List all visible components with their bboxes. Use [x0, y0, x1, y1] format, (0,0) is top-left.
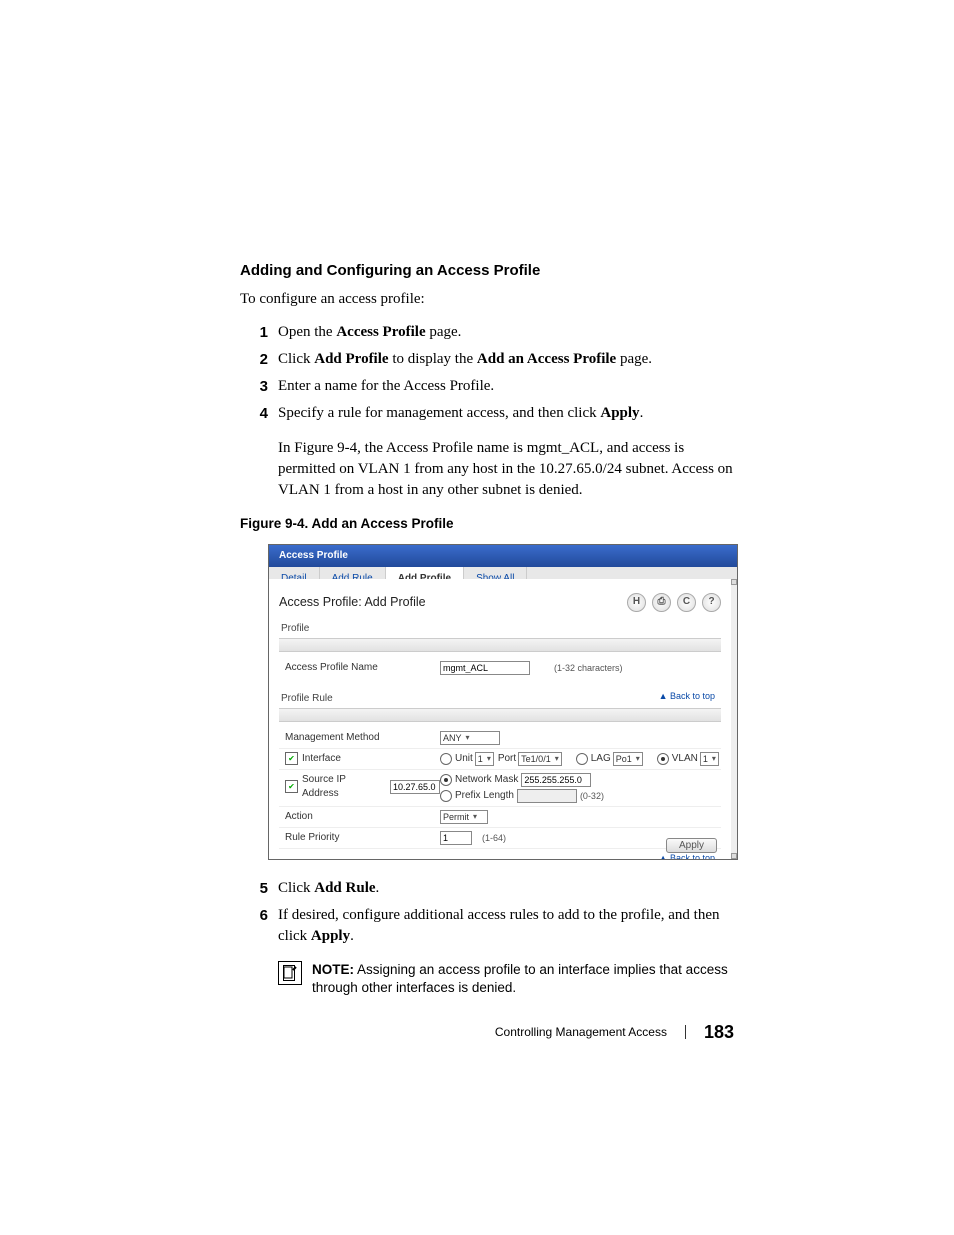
figure-caption: Figure 9-4. Add an Access Profile [240, 515, 734, 534]
back-to-top-link[interactable]: ▲ Back to top [659, 690, 715, 703]
panel-body: Access Profile: Add Profile H ⎙ C ? Prof… [269, 579, 731, 859]
vlan-select[interactable]: 1 [700, 752, 719, 766]
footer-divider [685, 1025, 686, 1039]
step-6: 6 If desired, configure additional acces… [240, 905, 734, 947]
footer-page-number: 183 [704, 1020, 734, 1045]
prefix-length-radio[interactable] [440, 790, 452, 802]
source-ip-checkbox[interactable]: ✔ [285, 780, 298, 793]
management-method-label: Management Method [285, 731, 440, 745]
step-body: Open the Access Profile page. [278, 322, 461, 343]
action-label: Action [285, 810, 440, 824]
step-3: 3 Enter a name for the Access Profile. [240, 376, 734, 397]
step-2: 2 Click Add Profile to display the Add a… [240, 349, 734, 370]
profile-name-input[interactable] [440, 661, 530, 675]
row-source-ip: ✔ Source IP Address Network Mask Prefix … [279, 769, 721, 806]
network-mask-label: Network Mask [455, 773, 518, 787]
row-management-method: Management Method ANY [279, 728, 721, 748]
network-mask-input[interactable] [521, 773, 591, 787]
vlan-radio[interactable] [657, 753, 669, 765]
vlan-label: VLAN [672, 752, 698, 766]
unit-select[interactable]: 1 [475, 752, 494, 766]
port-label: Port [498, 752, 516, 766]
unit-label: Unit [455, 752, 473, 766]
step-1: 1 Open the Access Profile page. [240, 322, 734, 343]
rule-priority-label: Rule Priority [285, 831, 440, 845]
management-method-select[interactable]: ANY [440, 731, 500, 745]
step-number: 2 [240, 349, 278, 370]
rule-priority-hint: (1-64) [482, 832, 506, 845]
figure-screenshot: Access Profile Detail Add Rule Add Profi… [268, 544, 738, 860]
document-page: Adding and Configuring an Access Profile… [0, 0, 954, 1235]
section-bar [279, 708, 721, 722]
interface-checkbox[interactable]: ✔ [285, 752, 298, 765]
explanatory-paragraph: In Figure 9-4, the Access Profile name i… [278, 438, 734, 501]
rule-priority-input[interactable] [440, 831, 472, 845]
note-text: NOTE: Assigning an access profile to an … [312, 961, 734, 997]
row-action: Action Permit [279, 806, 721, 827]
panel-title: Access Profile: Add Profile [279, 594, 426, 612]
footer-chapter: Controlling Management Access [495, 1024, 667, 1041]
step-body: If desired, configure additional access … [278, 905, 734, 947]
step-number: 1 [240, 322, 278, 343]
note-label: NOTE: [312, 962, 354, 977]
row-rule-priority: Rule Priority (1-64) [279, 827, 721, 848]
profile-name-hint: (1-32 characters) [554, 662, 623, 675]
unit-radio[interactable] [440, 753, 452, 765]
back-to-top-row: ▲ Back to top [279, 848, 721, 859]
intro-text: To configure an access profile: [240, 289, 734, 310]
step-body: Specify a rule for management access, an… [278, 403, 643, 424]
window-title-bar: Access Profile [269, 545, 737, 567]
step-number: 5 [240, 878, 278, 899]
step-number: 3 [240, 376, 278, 397]
scroll-down-arrow-icon[interactable] [731, 853, 737, 859]
prefix-length-input[interactable] [517, 789, 577, 803]
profile-section-label: Profile [281, 622, 721, 636]
port-select[interactable]: Te1/0/1 [518, 752, 562, 766]
refresh-icon[interactable]: C [677, 593, 696, 612]
print-icon[interactable]: ⎙ [652, 593, 671, 612]
source-ip-label: Source IP Address [302, 773, 383, 801]
profile-rule-section-label: Profile Rule [281, 692, 333, 706]
action-select[interactable]: Permit [440, 810, 488, 824]
back-to-top-link[interactable]: ▲ Back to top [659, 852, 715, 859]
note-icon [278, 961, 302, 985]
steps-list-a: 1 Open the Access Profile page. 2 Click … [240, 322, 734, 424]
lag-radio[interactable] [576, 753, 588, 765]
apply-button[interactable]: Apply [666, 838, 717, 853]
save-icon[interactable]: H [627, 593, 646, 612]
row-profile-name: Access Profile Name (1-32 characters) [279, 658, 721, 678]
row-interface: ✔ Interface Unit 1 Port Te1/0/1 LAG Po1 … [279, 748, 721, 769]
step-number: 6 [240, 905, 278, 947]
section-bar [279, 638, 721, 652]
step-5: 5 Click Add Rule. [240, 878, 734, 899]
step-body: Enter a name for the Access Profile. [278, 376, 494, 397]
vertical-scrollbar[interactable] [731, 579, 737, 859]
network-mask-radio[interactable] [440, 774, 452, 786]
note-block: NOTE: Assigning an access profile to an … [278, 961, 734, 997]
interface-label: Interface [302, 752, 341, 766]
prefix-length-label: Prefix Length [455, 789, 514, 803]
source-ip-input[interactable] [390, 780, 440, 794]
scroll-up-arrow-icon[interactable] [731, 579, 737, 585]
help-icon[interactable]: ? [702, 593, 721, 612]
steps-list-b: 5 Click Add Rule. 6 If desired, configur… [240, 878, 734, 947]
section-heading: Adding and Configuring an Access Profile [240, 260, 734, 281]
lag-label: LAG [591, 752, 611, 766]
profile-name-label: Access Profile Name [285, 661, 440, 675]
step-number: 4 [240, 403, 278, 424]
prefix-length-hint: (0-32) [580, 790, 604, 803]
step-body: Click Add Profile to display the Add an … [278, 349, 652, 370]
lag-select[interactable]: Po1 [613, 752, 643, 766]
step-4: 4 Specify a rule for management access, … [240, 403, 734, 424]
page-footer: Controlling Management Access 183 [495, 1020, 734, 1045]
step-body: Click Add Rule. [278, 878, 379, 899]
